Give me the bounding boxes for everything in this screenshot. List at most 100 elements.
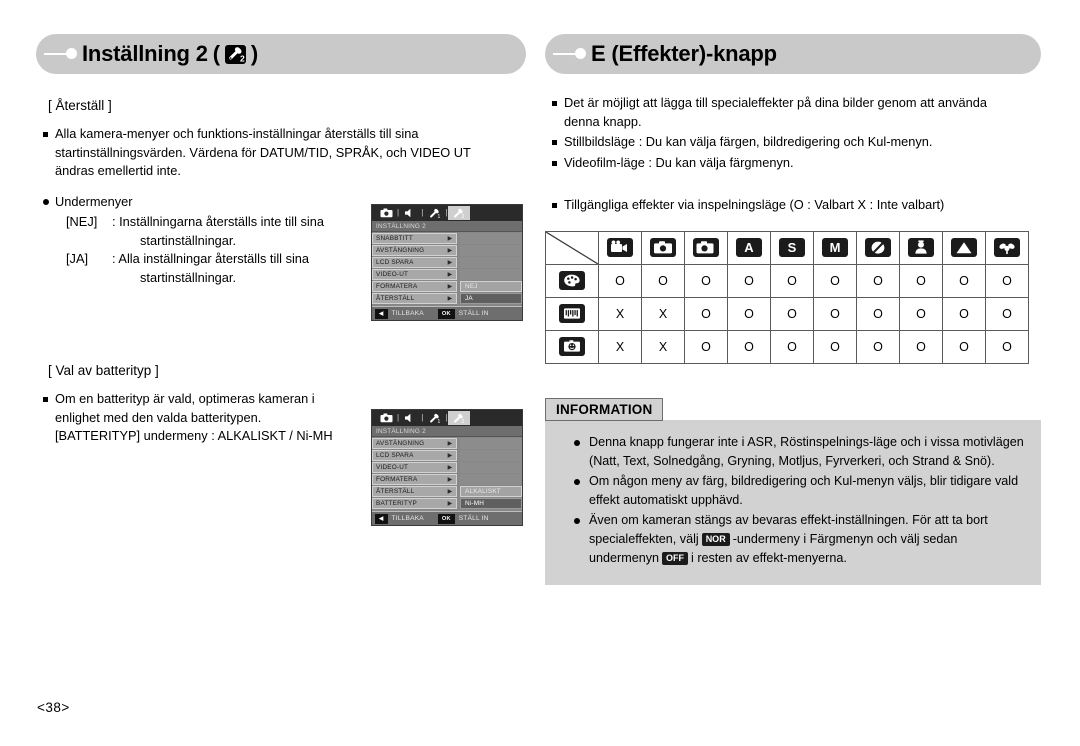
- lcd-tab-wrench-2-icon[interactable]: 2: [447, 206, 470, 220]
- lcd-item-label: AVSTÄNGNING: [372, 245, 444, 256]
- header-lead-marker: [545, 34, 591, 74]
- lcd-menu-item[interactable]: LCD SPARA ▶: [372, 450, 522, 461]
- lcd-menu-item[interactable]: ÅTERSTÄLL ▶ ALKALISKT: [372, 486, 522, 497]
- movie-mode-icon: [607, 238, 633, 257]
- ok-key-icon[interactable]: OK: [437, 308, 455, 319]
- lcd-item-label: LCD SPARA: [372, 257, 444, 268]
- ok-key-icon[interactable]: OK: [437, 513, 455, 524]
- lcd-menu-rows: AVSTÄNGNING ▶ LCD SPARA ▶ VIDEO-UT ▶ FOR…: [372, 437, 522, 511]
- left-section-title-text: Inställning 2: [82, 41, 208, 66]
- cell-value: O: [899, 296, 943, 331]
- lcd-item-submenu: [460, 474, 522, 485]
- lcd-item-submenu: [460, 245, 522, 256]
- lcd-item-submenu[interactable]: ALKALISKT: [460, 486, 522, 497]
- lcd-tab-camera-icon[interactable]: [375, 206, 397, 220]
- svg-text:1: 1: [438, 214, 441, 219]
- ok-label: STÄLL IN: [458, 515, 489, 522]
- back-key-icon[interactable]: ◀: [375, 308, 388, 319]
- lcd-tab-speaker-icon[interactable]: [399, 206, 421, 220]
- row-header-image-edit: [545, 296, 599, 331]
- reset-bullet-1: Alla kamera-menyer och funktions-inställ…: [36, 125, 526, 181]
- lcd-item-label: VIDEO-UT: [372, 462, 444, 473]
- lcd-menu-item[interactable]: VIDEO-UT ▶: [372, 462, 522, 473]
- cell-value: O: [727, 329, 771, 364]
- col-header-shutter-mode: S: [770, 230, 814, 265]
- lcd-item-submenu-selected[interactable]: JA: [460, 293, 522, 304]
- lcd-item-submenu[interactable]: NEJ: [460, 281, 522, 292]
- portrait-mode-icon: [908, 238, 934, 257]
- col-header-macro-mode: [985, 230, 1029, 265]
- lcd-menu-item[interactable]: FORMATERA ▶ NEJ: [372, 281, 522, 292]
- lcd-menu-rows: SNABBTITT ▶ AVSTÄNGNING ▶ LCD SPARA ▶ VI…: [372, 232, 522, 306]
- chevron-right-icon: ▶: [444, 245, 457, 256]
- reset-section-heading: [ Återställ ]: [48, 98, 112, 113]
- chevron-right-icon: ▶: [444, 462, 457, 473]
- table-row: O O O O O O O O O O: [545, 263, 1029, 298]
- col-header-portrait-mode: [899, 230, 943, 265]
- submenu-nej-sep: :: [112, 214, 116, 229]
- lcd-item-submenu: [460, 269, 522, 280]
- lcd-menu-item[interactable]: BATTERITYP ▶ Ni-MH: [372, 498, 522, 509]
- effects-table-intro-text: Tillgängliga effekter via inspelningsläg…: [564, 197, 945, 212]
- reset-bullet-1-line-3: ändras emellertid inte.: [55, 163, 181, 178]
- lcd-menu-item[interactable]: VIDEO-UT ▶: [372, 269, 522, 280]
- submenu-ja-sep: :: [112, 251, 116, 266]
- program-mode-icon: P: [693, 238, 719, 257]
- page-number: <38>: [37, 700, 70, 715]
- lcd-tab-wrench-2-icon[interactable]: 2: [447, 411, 470, 425]
- row-header-fun: [545, 329, 599, 364]
- information-item: Om någon meny av färg, bildredigering oc…: [573, 472, 1027, 510]
- lcd-panel: | | 1 | 2 INSTÄLLNING 2 AVSTÄNGNING ▶ LC…: [371, 409, 523, 526]
- cell-value: O: [942, 263, 986, 298]
- lcd-item-submenu-selected[interactable]: Ni-MH: [460, 498, 522, 509]
- nor-badge: NOR: [701, 532, 730, 546]
- lcd-tab-camera-icon[interactable]: [375, 411, 397, 425]
- cell-value: O: [856, 296, 900, 331]
- right-section-header: E (Effekter)-knapp: [545, 34, 1041, 74]
- cell-value: O: [598, 263, 642, 298]
- lcd-item-submenu: [460, 462, 522, 473]
- back-key-icon[interactable]: ◀: [375, 513, 388, 524]
- battery-section-heading: [ Val av batterityp ]: [48, 363, 159, 378]
- col-header-manual-mode: M: [813, 230, 857, 265]
- fun-smiley-icon: [559, 337, 585, 356]
- lcd-menu-item[interactable]: SNABBTITT ▶: [372, 233, 522, 244]
- lcd-menu-item[interactable]: AVSTÄNGNING ▶: [372, 245, 522, 256]
- chevron-right-icon: ▶: [444, 450, 457, 461]
- effects-table-intro: Tillgängliga effekter via inspelningsläg…: [545, 196, 1041, 215]
- table-row: X X O O O O O O O O: [545, 329, 1029, 364]
- lcd-menu-item[interactable]: FORMATERA ▶: [372, 474, 522, 485]
- svg-text:1: 1: [438, 419, 441, 424]
- lcd-item-submenu: [460, 438, 522, 449]
- manual-page: Inställning 2 ( 2 ) [ Återställ ] Alla k…: [0, 0, 1080, 746]
- effects-bullets: Det är möjligt att lägga till specialeff…: [545, 94, 1041, 172]
- chevron-right-icon: ▶: [444, 269, 457, 280]
- effects-bullet-3-line-1: Videofilm-läge : Du kan välja färgmenyn.: [564, 154, 794, 170]
- col-header-movie-mode: [598, 230, 642, 265]
- paren-close: ): [250, 41, 259, 66]
- table-corner-cell: [545, 230, 599, 265]
- lcd-tab-wrench-1-icon[interactable]: 1: [424, 206, 446, 220]
- cell-value: O: [813, 329, 857, 364]
- lcd-tab-wrench-1-icon[interactable]: 1: [424, 411, 446, 425]
- lcd-menu-item[interactable]: AVSTÄNGNING ▶: [372, 438, 522, 449]
- lcd-item-label: BATTERITYP: [372, 498, 444, 509]
- reset-bullet-1-line-2: startinställningsvärden. Värdena för DAT…: [55, 144, 471, 160]
- information-label: INFORMATION: [545, 397, 664, 421]
- lcd-menu-item[interactable]: LCD SPARA ▶: [372, 257, 522, 268]
- lcd-menu-item[interactable]: ÅTERSTÄLL ▶ JA: [372, 293, 522, 304]
- lcd-tab-speaker-icon[interactable]: [399, 411, 421, 425]
- lcd-screenshot-reset: | | 1 | 2 INSTÄLLNING 2 SNABBTITT ▶ AVST…: [371, 204, 523, 321]
- chevron-right-icon: ▶: [444, 498, 457, 509]
- svg-text:2: 2: [240, 53, 245, 63]
- shutter-priority-mode-icon: S: [779, 238, 805, 257]
- lcd-item-label: FORMATERA: [372, 474, 444, 485]
- asr-mode-icon: [865, 238, 891, 257]
- col-header-auto-mode: [641, 230, 685, 265]
- lcd-menu-title: INSTÄLLNING 2: [372, 221, 522, 232]
- left-section-title: Inställning 2 ( 2 ): [82, 41, 258, 67]
- effects-bullet-3: Videofilm-läge : Du kan välja färgmenyn.: [545, 154, 1041, 173]
- back-label: TILLBAKA: [391, 310, 424, 317]
- cell-value: O: [770, 329, 814, 364]
- information-item-text: Denna knapp fungerar inte i ASR, Röstins…: [589, 434, 1024, 468]
